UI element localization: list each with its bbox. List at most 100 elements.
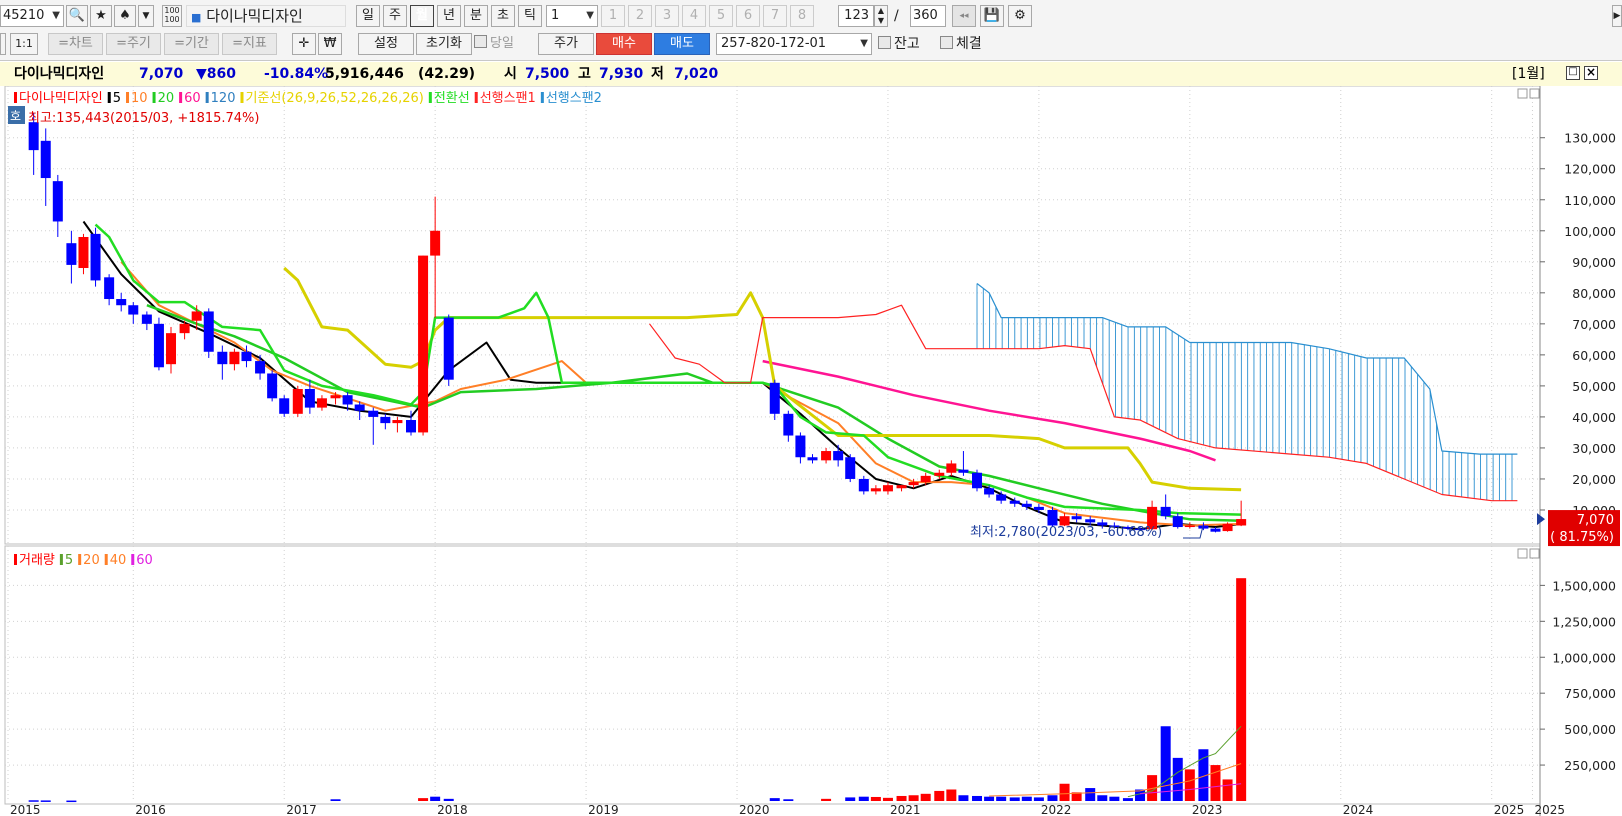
- reset-button[interactable]: 초기화: [416, 33, 472, 55]
- candle-body: [217, 351, 228, 365]
- candle-body: [1184, 525, 1195, 528]
- price-legend-label: 전환선: [434, 91, 470, 106]
- period-tab-2[interactable]: 월: [410, 5, 434, 27]
- price-tick-label: 70,000: [1572, 317, 1616, 332]
- period-tab-0[interactable]: 일: [356, 5, 380, 27]
- volume-legend-label: 40: [110, 553, 127, 568]
- volume-bar: [1097, 795, 1108, 801]
- panel-icon[interactable]: [0, 33, 6, 55]
- one-to-one-button[interactable]: 1:1: [10, 33, 38, 55]
- volume-legend-swatch: [131, 554, 135, 565]
- chevron-down-icon[interactable]: ▼: [860, 34, 868, 54]
- candle-body: [1236, 519, 1247, 526]
- collapse-arrow-icon[interactable]: ▶: [1612, 5, 1622, 27]
- gear-icon[interactable]: ⚙: [1008, 5, 1032, 27]
- price-legend-swatch: [540, 92, 544, 103]
- candle-body: [166, 333, 177, 365]
- settings-button[interactable]: 설정: [358, 33, 414, 55]
- crosshair-icon[interactable]: ✛: [292, 33, 316, 55]
- volume-bar: [920, 793, 931, 801]
- candle-body: [870, 488, 881, 492]
- ho-badge: 호: [10, 109, 21, 123]
- volume-bar: [40, 800, 51, 802]
- price-legend-swatch: [179, 92, 183, 103]
- sell-button[interactable]: 매도: [654, 33, 710, 55]
- stock-code-combo[interactable]: 45210 ▼: [0, 5, 64, 27]
- candle-body: [191, 311, 202, 321]
- total-input[interactable]: 360: [910, 5, 946, 27]
- count-input[interactable]: 123: [838, 5, 874, 27]
- period-tab-5[interactable]: 초: [491, 5, 515, 27]
- filled-checkbox[interactable]: 체결: [940, 33, 982, 55]
- close-icon[interactable]: ×: [1584, 66, 1598, 80]
- x-tick-label: 2019: [588, 803, 619, 816]
- balance-checkbox[interactable]: 잔고: [878, 33, 920, 55]
- info-high-label: 고: [578, 66, 591, 82]
- candle-body: [66, 243, 77, 265]
- period-tab-1[interactable]: 주: [383, 5, 407, 27]
- interval-value: 1: [551, 8, 560, 23]
- price-tick-label: 120,000: [1564, 162, 1616, 177]
- period-tab-3[interactable]: 년: [437, 5, 461, 27]
- volume-bar: [418, 798, 429, 801]
- price-button[interactable]: 주가: [538, 33, 594, 55]
- won-icon[interactable]: ₩: [318, 33, 342, 55]
- search-icon[interactable]: 🔍: [66, 5, 88, 27]
- won-symbol: ₩: [323, 36, 337, 51]
- last-price-tag: 7,070: [1577, 513, 1614, 528]
- checkbox-icon[interactable]: [940, 36, 953, 49]
- interval-combo[interactable]: 1 ▼: [546, 5, 598, 27]
- quick-interval-5[interactable]: 5: [709, 5, 733, 27]
- view-button-0[interactable]: =차트: [48, 33, 103, 55]
- quick-interval-6[interactable]: 6: [736, 5, 760, 27]
- grid-100-icon[interactable]: 100 100: [162, 5, 182, 27]
- candle-body: [1222, 523, 1233, 532]
- chevron-down-icon[interactable]: ▼: [586, 6, 594, 26]
- candle-body: [1047, 509, 1058, 526]
- chevron-down-icon[interactable]: ▼: [52, 6, 60, 26]
- x-tick-label: 2025: [1534, 803, 1565, 816]
- save-icon[interactable]: 💾: [980, 5, 1004, 27]
- checkbox-icon[interactable]: [474, 35, 487, 48]
- spin-updown-icon[interactable]: ▲ ▼: [874, 5, 888, 27]
- price-legend-swatch: [474, 92, 478, 103]
- count-value: 123: [844, 8, 869, 23]
- period-tab-6[interactable]: 틱: [518, 5, 542, 27]
- volume-bar: [896, 795, 907, 801]
- star-icon[interactable]: ★: [90, 5, 112, 27]
- price-legend-label: 선행스팬1: [480, 90, 536, 106]
- volume-bar: [1210, 765, 1221, 801]
- stock-name-field[interactable]: ■ 다이나믹디자인: [186, 5, 346, 27]
- quick-interval-3[interactable]: 3: [655, 5, 679, 27]
- stock-chart[interactable]: 2015 2016 2017 2018 2019 2020 2021 2022 2023 2024…: [0, 86, 1622, 816]
- filled-label: 체결: [956, 36, 982, 52]
- volume-bar: [858, 796, 869, 801]
- price-legend-label: 60: [184, 91, 201, 106]
- scroll-icon[interactable]: ◂◂: [952, 5, 976, 27]
- quick-interval-8[interactable]: 8: [790, 5, 814, 27]
- account-value: 257-820-172-01: [721, 36, 827, 51]
- quick-interval-2[interactable]: 2: [628, 5, 652, 27]
- maximize-icon[interactable]: □: [1566, 66, 1580, 80]
- view-button-2[interactable]: =기간: [164, 33, 219, 55]
- quick-interval-1[interactable]: 1: [601, 5, 625, 27]
- info-pct: -10.84%: [264, 66, 329, 82]
- price-tick-label: 130,000: [1564, 131, 1616, 146]
- candle-body: [1021, 503, 1032, 507]
- account-combo[interactable]: 257-820-172-01 ▼: [716, 33, 872, 55]
- same-day-checkbox[interactable]: 당일: [474, 33, 514, 55]
- view-button-3[interactable]: =지표: [222, 33, 277, 55]
- view-button-1[interactable]: =주기: [106, 33, 161, 55]
- volume-bar: [1047, 795, 1058, 801]
- period-tab-4[interactable]: 분: [464, 5, 488, 27]
- candle-body: [1160, 506, 1171, 517]
- spade-icon[interactable]: ♠: [114, 5, 136, 27]
- dropdown-arrow-icon[interactable]: ▼: [138, 5, 154, 27]
- quick-interval-7[interactable]: 7: [763, 5, 787, 27]
- candle-body: [304, 388, 315, 408]
- checkbox-icon[interactable]: [878, 36, 891, 49]
- quick-interval-4[interactable]: 4: [682, 5, 706, 27]
- candle-body: [821, 451, 832, 461]
- total-value: 360: [913, 8, 938, 23]
- buy-button[interactable]: 매수: [596, 33, 652, 55]
